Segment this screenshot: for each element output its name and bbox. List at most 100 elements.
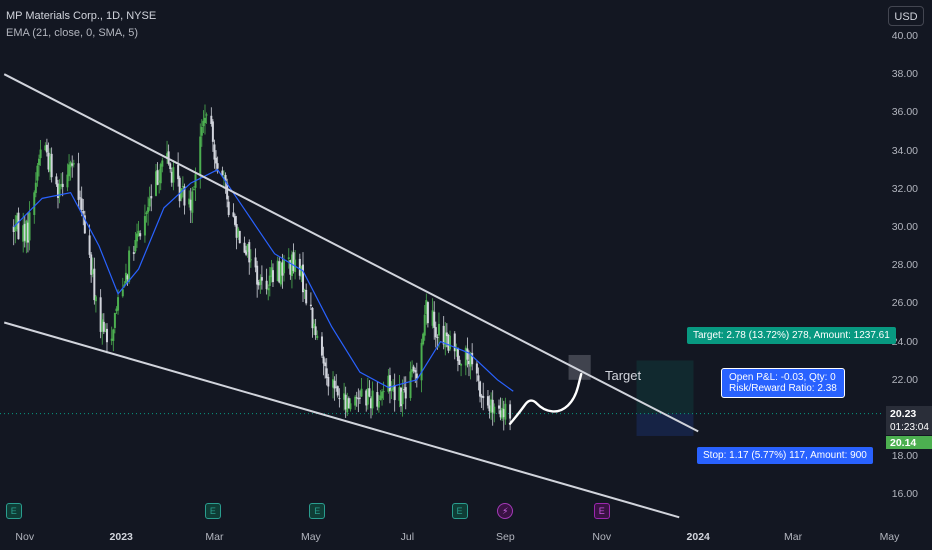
indicator-legend[interactable]: EMA (21, close, 0, SMA, 5)	[6, 27, 138, 39]
y-tick-label: 16.00	[891, 488, 918, 501]
candle-body	[39, 149, 42, 159]
price-chart[interactable]	[0, 0, 932, 550]
candle-body	[232, 212, 235, 217]
earnings-event-icon[interactable]: E	[593, 503, 610, 519]
symbol-title[interactable]: MP Materials Corp., 1D, NYSE	[6, 10, 156, 22]
candle-body	[199, 136, 202, 176]
chart-area[interactable]: MP Materials Corp., 1D, NYSE EMA (21, cl…	[0, 0, 932, 550]
candle-body	[82, 210, 85, 214]
candle-body	[211, 121, 214, 142]
risk-reward-text: Risk/Reward Ratio: 2.38	[729, 383, 837, 394]
y-tick-label: 18.00	[891, 450, 918, 463]
channel-lower-line	[3, 321, 680, 519]
x-tick-label: Mar	[784, 531, 803, 543]
candle-body	[200, 126, 203, 136]
candle-body	[72, 163, 75, 165]
candle-body	[156, 170, 159, 185]
earnings-event-icon[interactable]: E	[451, 503, 468, 519]
candle-body	[426, 302, 429, 324]
candle-body	[17, 212, 20, 240]
candle-body	[336, 386, 339, 396]
position-pnl-label[interactable]: Open P&L: -0.03, Qty: 0 Risk/Reward Rati…	[721, 368, 845, 398]
candle-body	[203, 117, 206, 124]
candle-body	[256, 265, 259, 285]
candle-body	[482, 396, 485, 399]
candle-body	[486, 396, 489, 406]
candle-body	[305, 289, 308, 304]
candle-body	[509, 404, 512, 419]
candle-body	[324, 362, 327, 367]
x-tick-label: 2023	[109, 531, 133, 543]
candle-body	[423, 314, 426, 336]
candle-body	[302, 264, 305, 293]
candle-body	[287, 257, 290, 259]
candle-body	[436, 337, 439, 339]
candle-body	[102, 321, 105, 332]
candle-body	[433, 311, 436, 328]
y-tick-label: 38.00	[891, 68, 918, 81]
candle-body	[393, 385, 396, 401]
x-tick-label: May	[879, 531, 900, 543]
candle-body	[466, 348, 469, 360]
candle-body	[192, 188, 195, 190]
candle-body	[36, 165, 39, 181]
candle-body	[45, 144, 48, 153]
y-tick-label: 40.00	[891, 30, 918, 42]
candle-body	[34, 182, 37, 194]
currency-button[interactable]: USD	[888, 6, 924, 26]
candle-body	[33, 192, 36, 215]
last-price-value: 20.23	[890, 408, 917, 420]
candle-body	[360, 388, 363, 397]
candle-body	[180, 188, 183, 199]
x-tick-label: Sep	[496, 531, 515, 543]
candle-body	[177, 164, 180, 180]
candle-body	[132, 252, 135, 254]
candle-body	[249, 259, 252, 261]
candle-body	[94, 296, 97, 302]
candle-body	[388, 375, 391, 392]
position-target-label[interactable]: Target: 2.78 (13.72%) 278, Amount: 1237.…	[687, 327, 896, 344]
candle-body	[216, 163, 219, 169]
candle-body	[381, 391, 384, 399]
candle-body	[128, 250, 131, 282]
candle-body	[377, 401, 380, 408]
candle-body	[113, 312, 116, 328]
x-tick-label: Mar	[205, 531, 224, 543]
earnings-event-icon[interactable]: E	[204, 503, 221, 519]
candle-body	[112, 329, 115, 341]
candle-body	[265, 280, 268, 290]
candle-body	[169, 163, 172, 170]
candle-body	[148, 198, 151, 207]
bar-countdown: 01:23:04	[890, 422, 929, 433]
position-profit-zone	[636, 360, 694, 414]
earnings-event-icon[interactable]: E	[309, 503, 326, 519]
candle-body	[316, 335, 319, 339]
candle-body	[449, 335, 452, 350]
candle-body	[371, 390, 374, 409]
candle-body	[213, 144, 216, 160]
candle-body	[409, 371, 412, 399]
candle-body	[477, 375, 480, 381]
candle-body	[434, 327, 437, 338]
price-scale-panel[interactable]	[884, 0, 932, 550]
candle-body	[327, 376, 330, 387]
projection-curve	[508, 372, 583, 425]
candle-body	[159, 164, 162, 184]
candle-body	[66, 174, 69, 188]
candle-body	[117, 297, 120, 311]
earnings-event-icon[interactable]: E	[5, 503, 22, 519]
position-stop-label[interactable]: Stop: 1.17 (5.77%) 117, Amount: 900	[697, 447, 873, 464]
candle-body	[105, 328, 108, 343]
channel-upper-line	[3, 73, 699, 433]
candle-body	[143, 216, 146, 236]
candle-body	[38, 158, 41, 166]
x-tick-label: Nov	[15, 531, 35, 543]
candle-body	[93, 268, 96, 301]
candle-body	[268, 275, 271, 286]
y-tick-label: 28.00	[891, 259, 918, 272]
candle-body	[221, 170, 224, 176]
candle-body	[479, 381, 482, 397]
candle-body	[420, 342, 423, 381]
candle-body	[338, 398, 341, 400]
y-tick-label: 30.00	[891, 221, 918, 233]
